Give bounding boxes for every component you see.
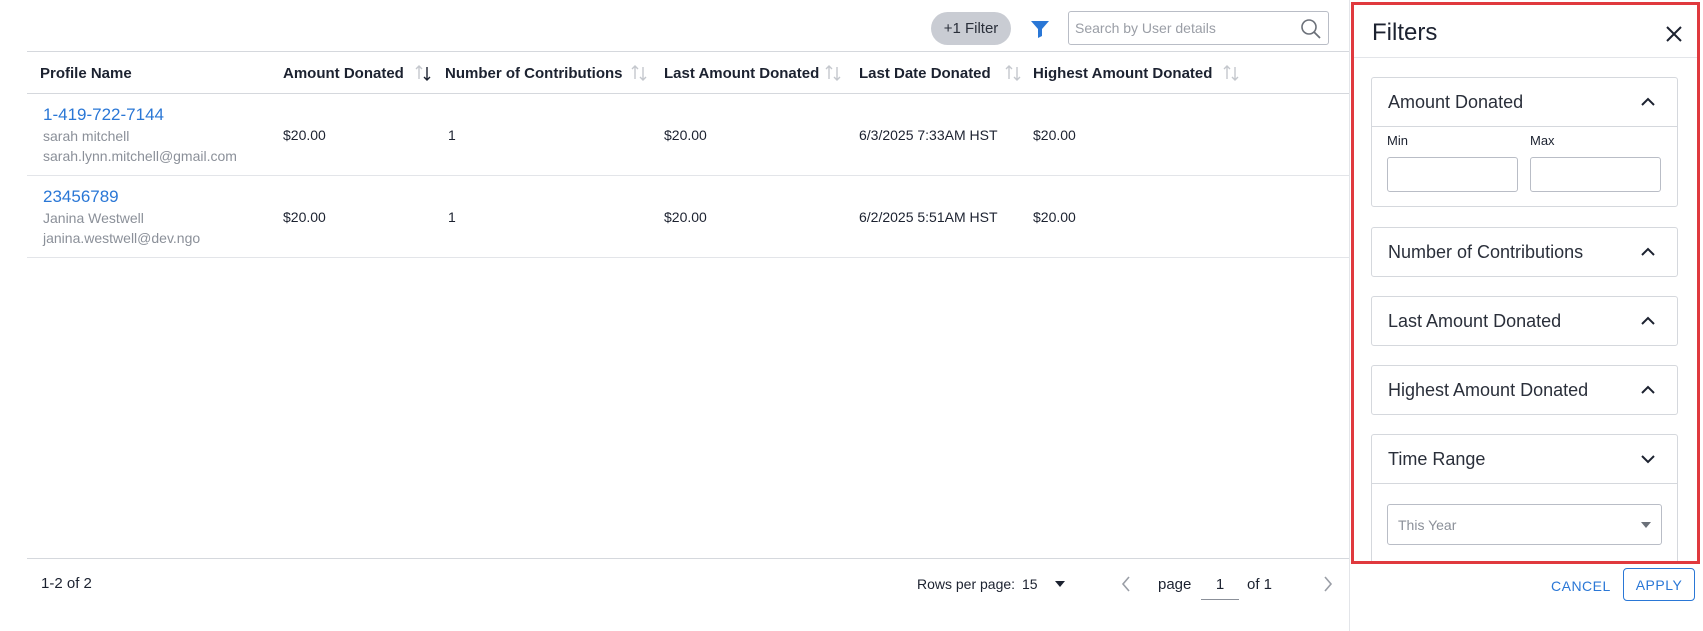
column-header-highest-amount-donated[interactable]: Highest Amount Donated: [1033, 52, 1212, 95]
profile-email: sarah.lynn.mitchell@gmail.com: [43, 148, 237, 164]
chevron-down-icon[interactable]: [1639, 450, 1657, 468]
profile-email: janina.westwell@dev.ngo: [43, 230, 201, 246]
profile-link[interactable]: 1-419-722-7144: [43, 104, 237, 126]
page-number-input[interactable]: [1201, 569, 1239, 600]
donors-table: Profile Name Amount Donated Number of Co…: [27, 51, 1349, 258]
time-range-select[interactable]: This Year: [1387, 504, 1662, 545]
max-amount-input[interactable]: [1530, 157, 1661, 192]
profile-cell: 23456789 Janina Westwell janina.westwell…: [43, 186, 200, 248]
close-icon[interactable]: [1663, 23, 1685, 45]
filter-section-header[interactable]: Time Range: [1372, 435, 1677, 483]
active-filter-chip[interactable]: +1 Filter: [931, 12, 1011, 45]
caret-down-icon: [1641, 522, 1651, 528]
cancel-button[interactable]: CANCEL: [1543, 570, 1619, 602]
contributions-cell: 1: [448, 127, 456, 143]
last-date-cell: 6/2/2025 5:51AM HST: [859, 209, 998, 225]
amount-donated-cell: $20.00: [283, 127, 326, 143]
time-range-value: This Year: [1398, 516, 1457, 533]
filters-panel: Filters Amount Donated Min Max Number of…: [1351, 2, 1700, 564]
contributions-cell: 1: [448, 209, 456, 225]
filter-section-label: Time Range: [1388, 448, 1486, 469]
sort-icon[interactable]: [1223, 63, 1239, 83]
last-amount-cell: $20.00: [664, 127, 707, 143]
sort-icon[interactable]: [1005, 63, 1021, 83]
highest-amount-cell: $20.00: [1033, 209, 1076, 225]
chevron-right-icon[interactable]: [1319, 573, 1337, 595]
time-range-body: This Year: [1372, 483, 1677, 561]
amount-range-body: Min Max: [1372, 126, 1677, 206]
filters-actions: CANCEL APPLY: [1351, 566, 1700, 610]
column-header-last-date-donated[interactable]: Last Date Donated: [859, 52, 991, 95]
search-input[interactable]: [1069, 12, 1294, 44]
filters-title: Filters: [1372, 19, 1438, 46]
filter-section-highest-amount-donated: Highest Amount Donated: [1371, 365, 1678, 415]
sort-icon[interactable]: [825, 63, 841, 83]
caret-down-icon[interactable]: [1055, 581, 1065, 587]
filter-section-header[interactable]: Last Amount Donated: [1372, 297, 1677, 345]
min-amount-input[interactable]: [1387, 157, 1518, 192]
column-header-last-amount-donated[interactable]: Last Amount Donated: [664, 52, 819, 95]
chevron-up-icon[interactable]: [1639, 381, 1657, 399]
chevron-up-icon[interactable]: [1639, 93, 1657, 111]
chevron-up-icon[interactable]: [1639, 312, 1657, 330]
filter-section-label: Number of Contributions: [1388, 241, 1584, 262]
max-label: Max: [1530, 133, 1555, 148]
search-icon[interactable]: [1300, 18, 1322, 40]
result-count: 1-2 of 2: [41, 575, 92, 592]
table-footer: 1-2 of 2 Rows per page: 15 page of 1: [27, 558, 1349, 608]
filter-section-label: Amount Donated: [1388, 91, 1524, 112]
search-field[interactable]: [1068, 11, 1329, 45]
filter-section-time-range: Time Range This Year: [1371, 434, 1678, 561]
filter-section-header[interactable]: Highest Amount Donated: [1372, 366, 1677, 414]
table-row[interactable]: 23456789 Janina Westwell janina.westwell…: [27, 176, 1349, 258]
rows-per-page-select[interactable]: 15: [1022, 576, 1038, 592]
filter-section-amount-donated: Amount Donated Min Max: [1371, 77, 1678, 207]
column-header-profile-name: Profile Name: [40, 65, 132, 82]
chevron-left-icon[interactable]: [1117, 573, 1135, 595]
filter-section-last-amount-donated: Last Amount Donated: [1371, 296, 1678, 346]
filter-section-header[interactable]: Number of Contributions: [1372, 228, 1677, 276]
profile-name: sarah mitchell: [43, 128, 130, 144]
panel-divider: [1349, 0, 1350, 631]
highest-amount-cell: $20.00: [1033, 127, 1076, 143]
profile-cell: 1-419-722-7144 sarah mitchell sarah.lynn…: [43, 104, 237, 166]
rows-per-page-label: Rows per page:: [917, 576, 1016, 592]
table-row[interactable]: 1-419-722-7144 sarah mitchell sarah.lynn…: [27, 94, 1349, 176]
column-header-number-of-contributions[interactable]: Number of Contributions: [445, 52, 622, 95]
page-total: of 1: [1247, 576, 1273, 593]
filter-section-label: Highest Amount Donated: [1388, 379, 1589, 400]
min-label: Min: [1387, 133, 1408, 148]
last-date-cell: 6/3/2025 7:33AM HST: [859, 127, 998, 143]
last-amount-cell: $20.00: [664, 209, 707, 225]
divider: [1354, 57, 1697, 58]
sort-icon[interactable]: [631, 63, 647, 83]
donors-main: +1 Filter Profile Name Amount Donated Nu…: [27, 0, 1349, 631]
profile-name: Janina Westwell: [43, 210, 144, 226]
page-label: page: [1158, 576, 1192, 593]
apply-button[interactable]: APPLY: [1623, 568, 1695, 601]
amount-donated-cell: $20.00: [283, 209, 326, 225]
filter-section-header[interactable]: Amount Donated: [1372, 78, 1677, 126]
table-header: Profile Name Amount Donated Number of Co…: [27, 51, 1349, 94]
sort-icon[interactable]: [415, 63, 431, 83]
chevron-up-icon[interactable]: [1639, 243, 1657, 261]
filter-icon[interactable]: [1027, 16, 1053, 42]
filter-section-label: Last Amount Donated: [1388, 310, 1562, 331]
profile-link[interactable]: 23456789: [43, 186, 200, 208]
filter-section-number-of-contributions: Number of Contributions: [1371, 227, 1678, 277]
page: +1 Filter Profile Name Amount Donated Nu…: [0, 0, 1703, 631]
column-header-amount-donated[interactable]: Amount Donated: [283, 52, 404, 95]
